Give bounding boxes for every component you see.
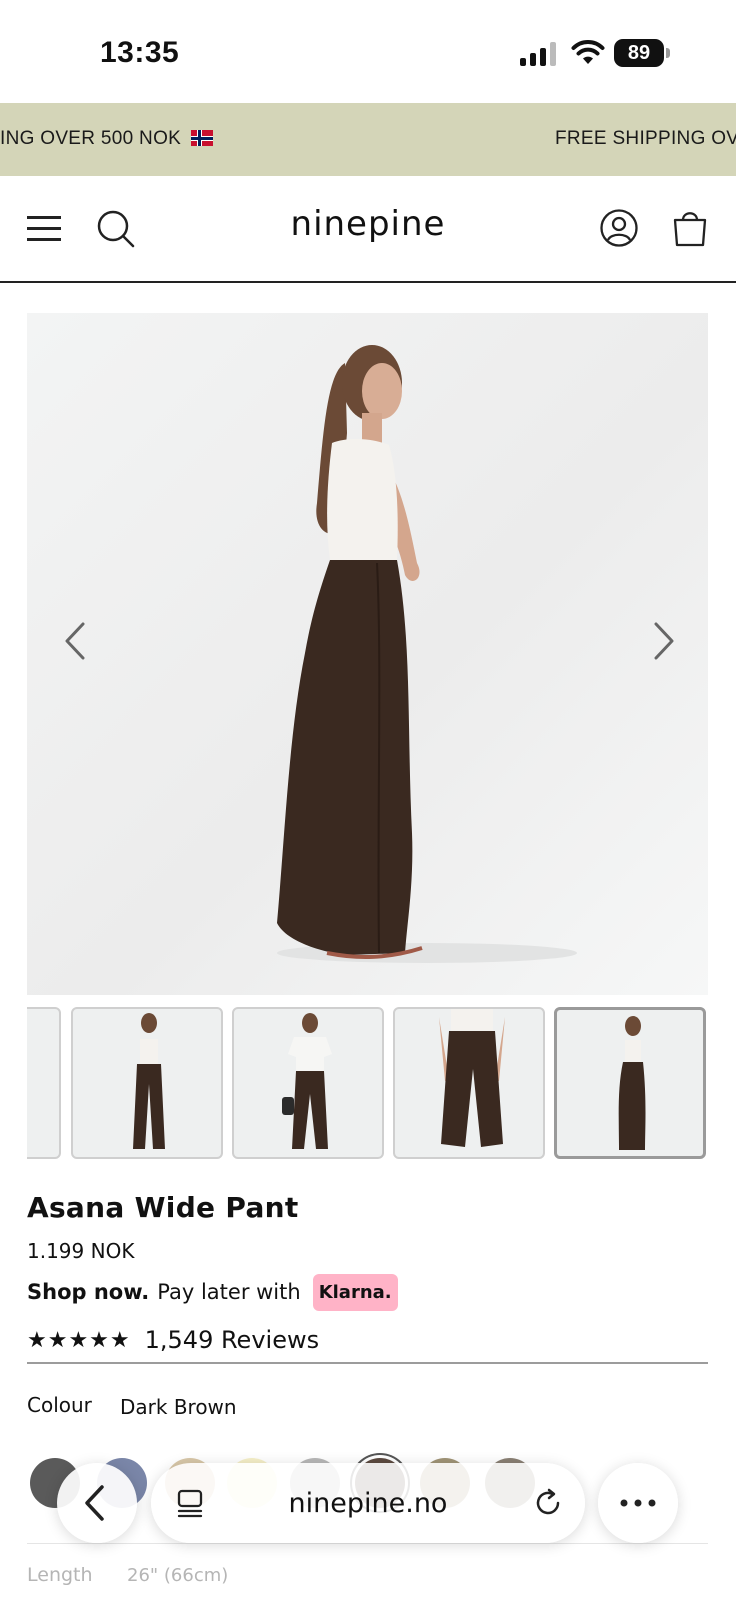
model-photo — [277, 345, 577, 963]
colour-selector-header: Colour Dark Brown — [27, 1393, 237, 1419]
thumbnail-image — [282, 1013, 332, 1149]
length-label: Length — [27, 1564, 93, 1586]
reviews-summary[interactable]: ★★★★★ 1,549 Reviews — [27, 1326, 319, 1354]
thumbnail-image — [618, 1016, 646, 1150]
status-bar: 13:35 89 — [0, 0, 736, 103]
divider — [27, 1543, 708, 1544]
browser-back-button[interactable] — [57, 1463, 137, 1543]
norway-flag-icon — [190, 130, 213, 146]
cellular-signal-icon — [520, 42, 558, 66]
announcement-text: FREE SHIPPING OV — [555, 128, 736, 149]
thumbnail-image — [133, 1013, 165, 1149]
shopping-bag-icon[interactable] — [670, 206, 710, 248]
browser-more-button[interactable] — [598, 1463, 678, 1543]
divider — [27, 1362, 708, 1364]
star-rating-icon: ★★★★★ — [27, 1327, 131, 1353]
status-time: 13:35 — [100, 36, 180, 69]
announcement-bar: ING OVER 500 NOK FREE SHIPPING OV — [0, 103, 736, 176]
length-value: 26" (66cm) — [127, 1565, 229, 1586]
thumbnail-front-tee[interactable] — [232, 1007, 384, 1159]
thumbnail-front-cami[interactable] — [71, 1007, 223, 1159]
next-image-arrow-icon[interactable] — [642, 616, 682, 666]
thumbnail-strip — [27, 1007, 736, 1159]
more-icon — [620, 1499, 656, 1507]
length-row: Length 26" (66cm) — [27, 1564, 228, 1586]
pay-later-text: Pay later with — [157, 1280, 301, 1304]
thumbnail-partial[interactable] — [27, 1007, 61, 1159]
product-price: 1.199 NOK — [27, 1239, 135, 1263]
product-main-image[interactable] — [27, 313, 708, 995]
thumbnail-image — [439, 1009, 505, 1147]
battery-icon: 89 — [614, 39, 670, 67]
colour-label: Colour — [27, 1393, 92, 1417]
thumbnail-detail[interactable] — [393, 1007, 545, 1159]
chevron-left-icon — [85, 1485, 104, 1521]
thumbnail-back-active[interactable] — [554, 1007, 706, 1159]
announcement-text: ING OVER 500 NOK — [0, 128, 213, 150]
battery-level: 89 — [614, 39, 664, 67]
klarna-promo: Shop now. Pay later with Klarna. — [27, 1272, 398, 1312]
browser-address-bar[interactable]: ninepine.no — [151, 1463, 585, 1543]
wifi-icon — [571, 40, 605, 64]
colour-value: Dark Brown — [120, 1395, 237, 1419]
shop-now-text: Shop now. — [27, 1280, 150, 1304]
site-header: ninepine — [0, 176, 736, 283]
previous-image-arrow-icon[interactable] — [57, 616, 97, 666]
browser-url-text[interactable]: ninepine.no — [151, 1488, 585, 1519]
reviews-count[interactable]: 1,549 Reviews — [145, 1326, 319, 1354]
product-title: Asana Wide Pant — [27, 1191, 299, 1224]
reload-icon[interactable] — [532, 1487, 564, 1519]
account-icon[interactable] — [599, 208, 639, 248]
klarna-badge[interactable]: Klarna. — [312, 1273, 398, 1311]
